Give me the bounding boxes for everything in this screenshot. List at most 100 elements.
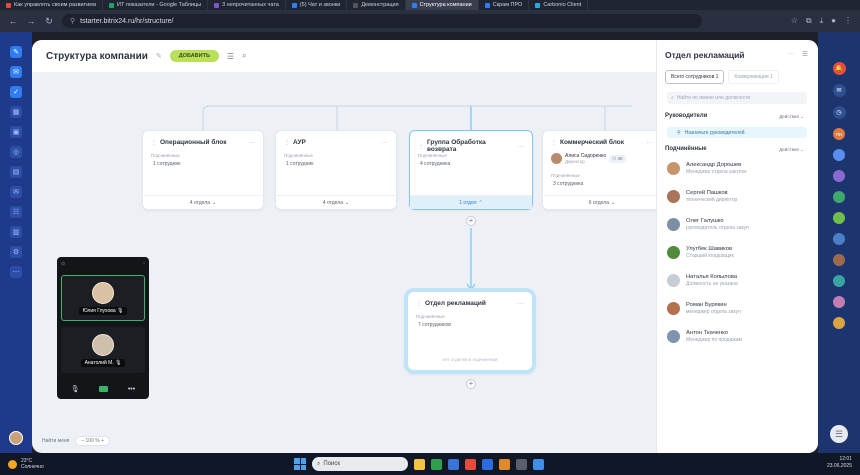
search-icon[interactable]: ⌕ bbox=[242, 51, 246, 61]
department-card[interactable]: ⋮ АУР ··· Подчинённые 1 сотрудник 4 отдела… bbox=[275, 130, 397, 210]
drag-handle-icon[interactable]: ⋮ bbox=[284, 139, 290, 146]
crm-icon[interactable]: ◎ bbox=[10, 146, 22, 158]
browser-tab-active[interactable]: Структура компании bbox=[405, 0, 479, 10]
user-avatar[interactable] bbox=[9, 431, 23, 445]
app-icon[interactable] bbox=[533, 458, 544, 470]
system-clock[interactable]: 12:01 23.06.2025 bbox=[827, 456, 852, 470]
browser-tab[interactable]: Как управлять своим развитием bbox=[0, 0, 103, 10]
profile-icon[interactable]: ● bbox=[831, 16, 836, 26]
notifications-icon[interactable]: 🔔 bbox=[832, 62, 846, 75]
settings-icon[interactable]: ⚙ bbox=[10, 246, 22, 258]
browser-tab[interactable]: (5) Чат и звонки bbox=[286, 0, 348, 10]
employee-search-input[interactable]: ⌕ Найти по имени или должности bbox=[667, 92, 807, 104]
more-icon[interactable]: ··· bbox=[647, 139, 654, 146]
messages-icon[interactable]: ✉ bbox=[832, 84, 846, 97]
more-icon[interactable]: ··· bbox=[518, 143, 525, 150]
chat-list-icon[interactable]: ☰ bbox=[830, 425, 848, 443]
employee-item[interactable]: Улугбек Шавиков Старший кладовщик bbox=[667, 246, 734, 259]
panel-menu-icon[interactable]: ☰ bbox=[802, 50, 808, 58]
department-card[interactable]: ⋮ Операционный блок ··· Подчинённые 1 сотр… bbox=[142, 130, 264, 210]
site-info-icon[interactable]: ⚲ bbox=[70, 17, 75, 25]
chat-icon[interactable]: ✉ bbox=[10, 66, 22, 78]
telegram-icon[interactable] bbox=[482, 458, 493, 470]
drag-handle-icon[interactable]: ⋮ bbox=[551, 139, 557, 146]
extensions-icon[interactable]: ⧉ bbox=[806, 16, 812, 26]
doc-icon[interactable]: ▥ bbox=[10, 226, 22, 238]
employee-item[interactable]: Наталья Копылова Должность не указана bbox=[667, 274, 738, 287]
contact-avatar[interactable] bbox=[833, 191, 845, 203]
more-icon[interactable]: ··· bbox=[382, 139, 389, 146]
tab-employees[interactable]: Всего сотрудников 1 bbox=[665, 70, 725, 84]
subordinates-actions-button[interactable]: Действия ⌄ bbox=[779, 147, 804, 153]
camera-icon[interactable] bbox=[99, 386, 109, 392]
more-icon[interactable]: ••• bbox=[128, 386, 135, 393]
department-head[interactable]: Алиса Сидоренко Директор ⚇ 40 bbox=[551, 153, 626, 164]
expand-departments-button[interactable]: 4 отдела ⌄ bbox=[143, 195, 263, 209]
tasks-icon[interactable]: ✓ bbox=[10, 86, 22, 98]
browser-tab[interactable]: ИТ показатели - Google Таблицы bbox=[103, 0, 209, 10]
browser-tab[interactable]: 3 непрочитанных чата bbox=[208, 0, 286, 10]
file-explorer-icon[interactable] bbox=[414, 458, 425, 470]
add-department-button[interactable]: + bbox=[466, 379, 476, 389]
more-icon[interactable]: ··· bbox=[249, 139, 256, 146]
star-icon[interactable]: ☆ bbox=[791, 16, 798, 26]
back-icon[interactable]: ← bbox=[8, 16, 18, 26]
history-icon[interactable]: ◷ bbox=[832, 106, 846, 119]
pin-icon[interactable]: ✎ bbox=[10, 46, 22, 58]
list-view-icon[interactable]: ☰ bbox=[227, 52, 234, 61]
employee-item[interactable]: Олег Галушко руководитель отдела закуп bbox=[667, 218, 749, 231]
browser-tab[interactable]: Скрам ПРО bbox=[479, 0, 530, 10]
app-icon[interactable] bbox=[499, 458, 510, 470]
menu-icon[interactable]: ⋮ bbox=[844, 16, 852, 26]
more-apps-icon[interactable]: ⋯ bbox=[10, 266, 22, 278]
more-icon[interactable]: ··· bbox=[788, 50, 795, 58]
drag-handle-icon[interactable]: ⋮ bbox=[418, 143, 424, 150]
browser-tab[interactable]: Carbonio Client bbox=[529, 0, 589, 10]
employee-item[interactable]: Александр Дорошев Менеджер отдела закупок bbox=[667, 162, 747, 175]
expand-departments-button[interactable]: 4 отдела ⌄ bbox=[276, 195, 396, 209]
mail-app-icon[interactable] bbox=[448, 458, 459, 470]
browser-tab[interactable]: Демонстрация bbox=[347, 0, 406, 10]
add-department-button[interactable]: + bbox=[466, 216, 476, 226]
add-button[interactable]: ДОБАВИТЬ bbox=[169, 50, 219, 62]
zoom-control[interactable]: – 100 % + bbox=[75, 436, 111, 446]
video-tile-active[interactable]: Юлия Глухова 🎙 bbox=[61, 275, 145, 321]
video-menu-icon[interactable]: ⊙ bbox=[61, 261, 65, 267]
contact-avatar[interactable] bbox=[833, 275, 845, 287]
contact-avatar[interactable] bbox=[833, 170, 845, 182]
more-icon[interactable]: ··· bbox=[518, 300, 525, 307]
group-icon[interactable]: ☷ bbox=[10, 206, 22, 218]
yandex-icon[interactable] bbox=[465, 458, 476, 470]
contact-avatar[interactable]: ПН bbox=[833, 128, 845, 140]
app-icon[interactable] bbox=[516, 458, 527, 470]
department-card-focused[interactable]: ⋮ Отдел рекламаций ··· Подчинённые 7 сотру… bbox=[404, 288, 536, 374]
contact-avatar[interactable] bbox=[833, 149, 845, 161]
video-tile[interactable]: Анатолий М. 🎙 bbox=[61, 327, 145, 373]
calendar-icon[interactable]: ▦ bbox=[10, 106, 22, 118]
expand-departments-button[interactable]: 6 отдела ⌄ bbox=[543, 195, 661, 209]
assign-managers-button[interactable]: ⚲ Назначьте руководителей bbox=[667, 127, 807, 138]
employee-item[interactable]: Антон Ткаченко Менеджер по продажам bbox=[667, 330, 742, 343]
find-me-link[interactable]: Найти меня bbox=[42, 438, 69, 444]
maximize-icon[interactable]: ▫ bbox=[143, 261, 145, 267]
employee-item[interactable]: Роман Бурякин менеджер отдела закуп bbox=[667, 302, 741, 315]
sites-icon[interactable]: ▤ bbox=[10, 166, 22, 178]
department-card[interactable]: ⋮ Коммерческий блок ··· Алиса Сидоренко Ди… bbox=[542, 130, 662, 210]
drive-icon[interactable]: ▣ bbox=[10, 126, 22, 138]
collapse-departments-button[interactable]: 1 отдел ⌃ bbox=[410, 195, 532, 209]
reload-icon[interactable]: ↻ bbox=[44, 16, 54, 27]
contact-avatar[interactable] bbox=[833, 254, 845, 266]
contact-avatar[interactable] bbox=[833, 212, 845, 224]
contact-avatar[interactable] bbox=[833, 317, 845, 329]
url-field[interactable]: ⚲ tstarter.bitrix24.ru/hr/structure/ bbox=[62, 14, 702, 28]
department-card-selected[interactable]: ⋮ Группа Обработка возврата ··· Подчинённы… bbox=[409, 130, 533, 210]
drag-handle-icon[interactable]: ⋮ bbox=[151, 139, 157, 146]
managers-actions-button[interactable]: Действия ⌄ bbox=[779, 114, 804, 120]
tab-communications[interactable]: Коммуникации 1 bbox=[728, 70, 779, 84]
taskbar-search[interactable]: ⌕ Поиск bbox=[312, 457, 408, 471]
video-call-panel[interactable]: ⊙ ▫ Юлия Глухова 🎙 Анатолий М. 🎙 🎙 ••• bbox=[57, 257, 149, 399]
drag-handle-icon[interactable]: ⋮ bbox=[416, 300, 422, 307]
forward-icon[interactable]: → bbox=[26, 16, 36, 26]
microphone-icon[interactable]: 🎙 bbox=[71, 385, 80, 393]
edit-icon[interactable]: ✎ bbox=[156, 52, 162, 60]
